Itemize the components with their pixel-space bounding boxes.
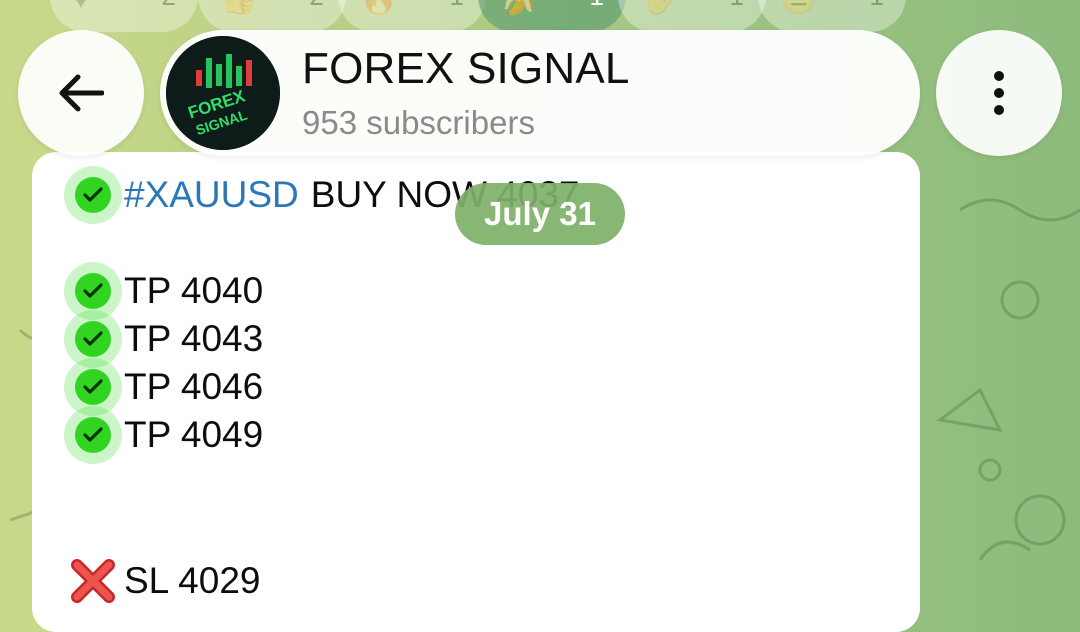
reaction-count: 1 [730, 0, 744, 12]
check-mark-icon [64, 166, 122, 224]
channel-name: FOREX SIGNAL [302, 44, 630, 93]
reaction-chip[interactable]: ✋ 1 [618, 0, 766, 32]
reaction-count: 2 [162, 0, 176, 12]
arrow-left-icon [59, 74, 104, 112]
sl-text: SL 4029 [124, 560, 261, 601]
hand-icon: ✋ [640, 0, 677, 17]
subscriber-count: 953 subscribers [302, 104, 535, 141]
more-menu-button[interactable] [936, 30, 1062, 156]
fire-icon: 🔥 [360, 0, 397, 17]
tp-text: TP 4049 [124, 414, 264, 455]
cross-mark-icon [71, 559, 115, 603]
reaction-chip[interactable]: ♥ 2 [50, 0, 198, 32]
face-icon: 😐 [780, 0, 817, 17]
reaction-count: 1 [590, 0, 604, 12]
back-button[interactable] [18, 30, 144, 156]
tp-text: TP 4040 [124, 270, 264, 311]
heart-icon: ♥ [72, 0, 90, 16]
date-pill: July 31 [455, 183, 625, 245]
channel-header[interactable]: FOREX SIGNAL FOREX SIGNAL 953 subscriber… [160, 30, 920, 156]
reaction-chip[interactable]: 🔥 1 [338, 0, 486, 32]
check-mark-icon [64, 406, 122, 464]
tp-text: TP 4046 [124, 366, 264, 407]
tp-text: TP 4043 [124, 318, 264, 359]
reaction-chip[interactable]: 👍 2 [198, 0, 346, 32]
stop-loss-line: SL 4029 [68, 556, 260, 606]
channel-avatar[interactable]: FOREX SIGNAL [166, 36, 280, 150]
reaction-count: 1 [870, 0, 884, 12]
hashtag-link[interactable]: #XAUUSD [124, 174, 299, 216]
reaction-count: 2 [310, 0, 324, 12]
reaction-chip[interactable]: 😐 1 [758, 0, 906, 32]
reaction-count: 1 [450, 0, 464, 12]
more-vertical-icon [994, 71, 1004, 115]
thumbs-up-icon: 👍 [220, 0, 257, 17]
tp-line: TP 4049 [64, 406, 264, 464]
reaction-chip-selected[interactable]: 🍌 1 [478, 0, 626, 32]
avatar-image: FOREX SIGNAL [166, 36, 280, 150]
banana-icon: 🍌 [500, 0, 537, 17]
